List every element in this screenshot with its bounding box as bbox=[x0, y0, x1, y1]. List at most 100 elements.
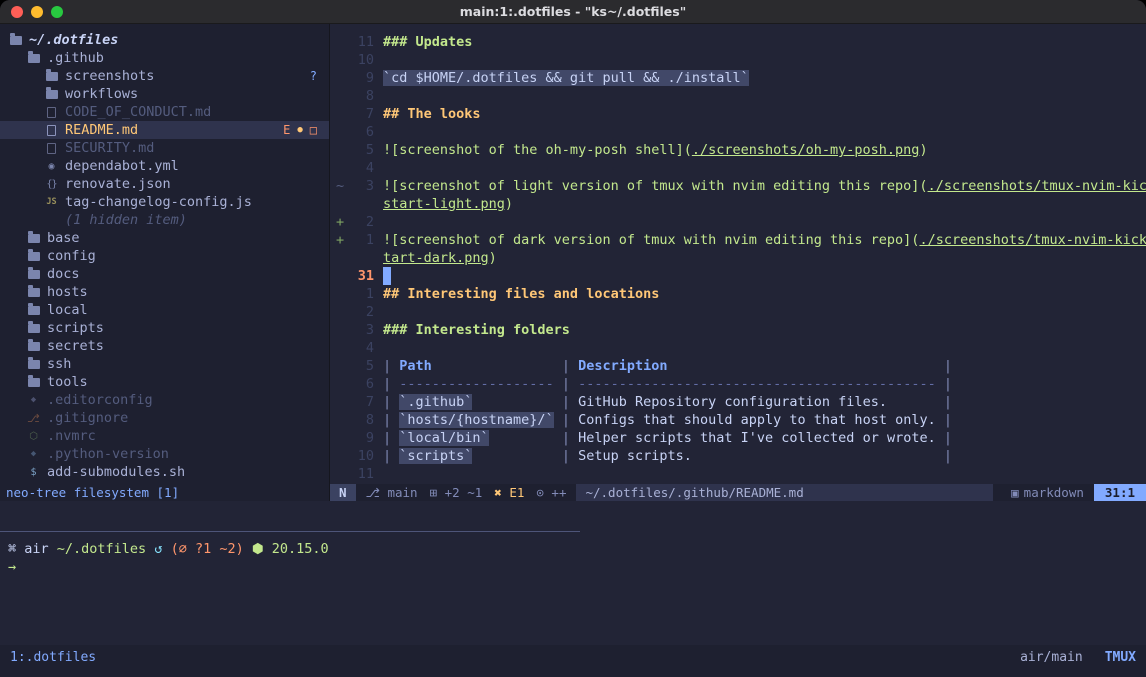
line-number: 2 bbox=[350, 213, 374, 231]
tree-item-.dotfiles[interactable]: ~/.dotfiles bbox=[0, 31, 329, 49]
tree-item-workflows[interactable]: workflows bbox=[0, 85, 329, 103]
editor-line[interactable]: 2 bbox=[330, 303, 1146, 321]
prompt-segment-path: ~/.dotfiles bbox=[57, 541, 155, 557]
tree-item-add-submodules.sh[interactable]: $add-submodules.sh bbox=[0, 463, 329, 481]
tree-item-renovate.json[interactable]: {}renovate.json bbox=[0, 175, 329, 193]
file-icon bbox=[44, 103, 59, 121]
tree-item-screenshots[interactable]: screenshots? bbox=[0, 67, 329, 85]
editor-line[interactable]: 10| `scripts` | Setup scripts. | bbox=[330, 447, 1146, 465]
editor-line[interactable]: 8| `hosts/{hostname}/` | Configs that sh… bbox=[330, 411, 1146, 429]
tree-item-tools[interactable]: tools bbox=[0, 373, 329, 391]
gutter-sign bbox=[330, 321, 350, 339]
editor-line[interactable]: 11 bbox=[330, 465, 1146, 483]
minimize-button[interactable] bbox=[31, 6, 43, 18]
editor-line[interactable]: 7| `.github` | GitHub Repository configu… bbox=[330, 393, 1146, 411]
tree-item-label: workflows bbox=[65, 86, 138, 102]
tree-item-label: docs bbox=[47, 266, 80, 282]
editor-line[interactable]: +2 bbox=[330, 213, 1146, 231]
editor-line[interactable]: 5| Path | Description | bbox=[330, 357, 1146, 375]
tree-item-readme.md[interactable]: README.mdE●□ bbox=[0, 121, 329, 139]
tree-item-label: CODE_OF_CONDUCT.md bbox=[65, 104, 211, 120]
editor-pane[interactable]: 11### Updates 10 9`cd $HOME/.dotfiles &&… bbox=[330, 24, 1146, 484]
line-number: 6 bbox=[350, 375, 374, 393]
tree-item-label: README.md bbox=[65, 122, 138, 138]
tree-item-security.md[interactable]: SECURITY.md bbox=[0, 139, 329, 157]
editor-line[interactable]: 31 bbox=[330, 267, 1146, 285]
editor-line[interactable]: ~3![screenshot of light version of tmux … bbox=[330, 177, 1146, 195]
gutter-sign: + bbox=[330, 231, 350, 249]
tree-item-hosts[interactable]: hosts bbox=[0, 283, 329, 301]
prompt-segment-plain: air bbox=[16, 541, 57, 557]
tree-item-label: renovate.json bbox=[65, 176, 171, 192]
statusline-segment: ✖ E1 bbox=[494, 485, 524, 500]
line-content: | Path | Description | bbox=[383, 357, 952, 375]
editor-line[interactable]: 4 bbox=[330, 339, 1146, 357]
line-number: 11 bbox=[350, 465, 374, 483]
editor-line[interactable]: start-light.png) bbox=[330, 195, 1146, 213]
tree-item-.github[interactable]: .github bbox=[0, 49, 329, 67]
folder-icon bbox=[26, 265, 41, 283]
gutter-sign: + bbox=[330, 213, 350, 231]
line-content: ![screenshot of light version of tmux wi… bbox=[383, 177, 1146, 195]
tree-item-badges: ? bbox=[310, 69, 329, 83]
tmux-status-bar: 1:.dotfiles air/main TMUX bbox=[0, 645, 1146, 677]
cmdline bbox=[0, 501, 1146, 531]
tmux-window-item[interactable]: 1:.dotfiles bbox=[10, 650, 96, 665]
folder-icon bbox=[26, 301, 41, 319]
tree-item-base[interactable]: base bbox=[0, 229, 329, 247]
tree-item-local[interactable]: local bbox=[0, 301, 329, 319]
editor-line[interactable]: tart-dark.png) bbox=[330, 249, 1146, 267]
tree-item-config[interactable]: config bbox=[0, 247, 329, 265]
tree-item-.gitignore[interactable]: ⎇.gitignore bbox=[0, 409, 329, 427]
tree-item-label: .editorconfig bbox=[47, 392, 153, 408]
editor-line[interactable]: 4 bbox=[330, 159, 1146, 177]
tree-item-1-hidden-item[interactable]: (1 hidden item) bbox=[0, 211, 329, 229]
tree-item-code-of-conduct.md[interactable]: CODE_OF_CONDUCT.md bbox=[0, 103, 329, 121]
gutter-sign bbox=[330, 249, 350, 267]
tree-item-.python-version[interactable]: ◆.python-version bbox=[0, 445, 329, 463]
editor-line[interactable]: 1## Interesting files and locations bbox=[330, 285, 1146, 303]
zoom-button[interactable] bbox=[51, 6, 63, 18]
shell-pane[interactable]: ⌘ air ~/.dotfiles ↺ (⌀ ?1 ~2) ⬢ 20.15.0→ bbox=[0, 532, 1146, 645]
tree-item-label: base bbox=[47, 230, 80, 246]
gutter-sign bbox=[330, 87, 350, 105]
line-content: ### Updates bbox=[383, 33, 472, 51]
tree-item-secrets[interactable]: secrets bbox=[0, 337, 329, 355]
line-content: | `hosts/{hostname}/` | Configs that sho… bbox=[383, 411, 952, 429]
editor-line[interactable]: 10 bbox=[330, 51, 1146, 69]
tree-item-docs[interactable]: docs bbox=[0, 265, 329, 283]
line-number bbox=[350, 195, 374, 213]
tree-item-scripts[interactable]: scripts bbox=[0, 319, 329, 337]
line-number: 6 bbox=[350, 123, 374, 141]
line-number: 1 bbox=[350, 231, 374, 249]
editor-line[interactable]: 5![screenshot of the oh-my-posh shell](.… bbox=[330, 141, 1146, 159]
editor-line[interactable]: +1 ![screenshot of dark version of tmux w… bbox=[330, 231, 1146, 249]
statusline-segment: ⎇ main bbox=[366, 485, 418, 500]
gutter-sign bbox=[330, 393, 350, 411]
statusline-segment: ⊙ ++ bbox=[536, 485, 566, 500]
editor-line[interactable]: 9| `local/bin` | Helper scripts that I'v… bbox=[330, 429, 1146, 447]
editor-line[interactable]: 11### Updates bbox=[330, 33, 1146, 51]
editor-line[interactable]: 7## The looks bbox=[330, 105, 1146, 123]
prompt-segment-arrow: → bbox=[8, 559, 16, 575]
editor-line[interactable]: 6 bbox=[330, 123, 1146, 141]
tree-item-ssh[interactable]: ssh bbox=[0, 355, 329, 373]
tree-item-tag-changelog-config.js[interactable]: JStag-changelog-config.js bbox=[0, 193, 329, 211]
tree-item-.nvmrc[interactable]: ⬡.nvmrc bbox=[0, 427, 329, 445]
tree-item-label: local bbox=[47, 302, 88, 318]
status-badge: ? bbox=[310, 69, 317, 83]
close-button[interactable] bbox=[11, 6, 23, 18]
line-content: | `.github` | GitHub Repository configur… bbox=[383, 393, 952, 411]
editor-line[interactable]: 6| ------------------- | ---------------… bbox=[330, 375, 1146, 393]
line-number: 5 bbox=[350, 141, 374, 159]
editor-line[interactable]: 3### Interesting folders bbox=[330, 321, 1146, 339]
tree-item-dependabot.yml[interactable]: ◉dependabot.yml bbox=[0, 157, 329, 175]
tree-item-label: config bbox=[47, 248, 96, 264]
editor-line[interactable]: 9`cd $HOME/.dotfiles && git pull && ./in… bbox=[330, 69, 1146, 87]
folder-icon bbox=[26, 373, 41, 391]
line-content: ![screenshot of dark version of tmux wit… bbox=[383, 231, 1146, 249]
editor-line[interactable]: 8 bbox=[330, 87, 1146, 105]
line-number: 4 bbox=[350, 159, 374, 177]
tree-item-.editorconfig[interactable]: ◆.editorconfig bbox=[0, 391, 329, 409]
line-number: 4 bbox=[350, 339, 374, 357]
